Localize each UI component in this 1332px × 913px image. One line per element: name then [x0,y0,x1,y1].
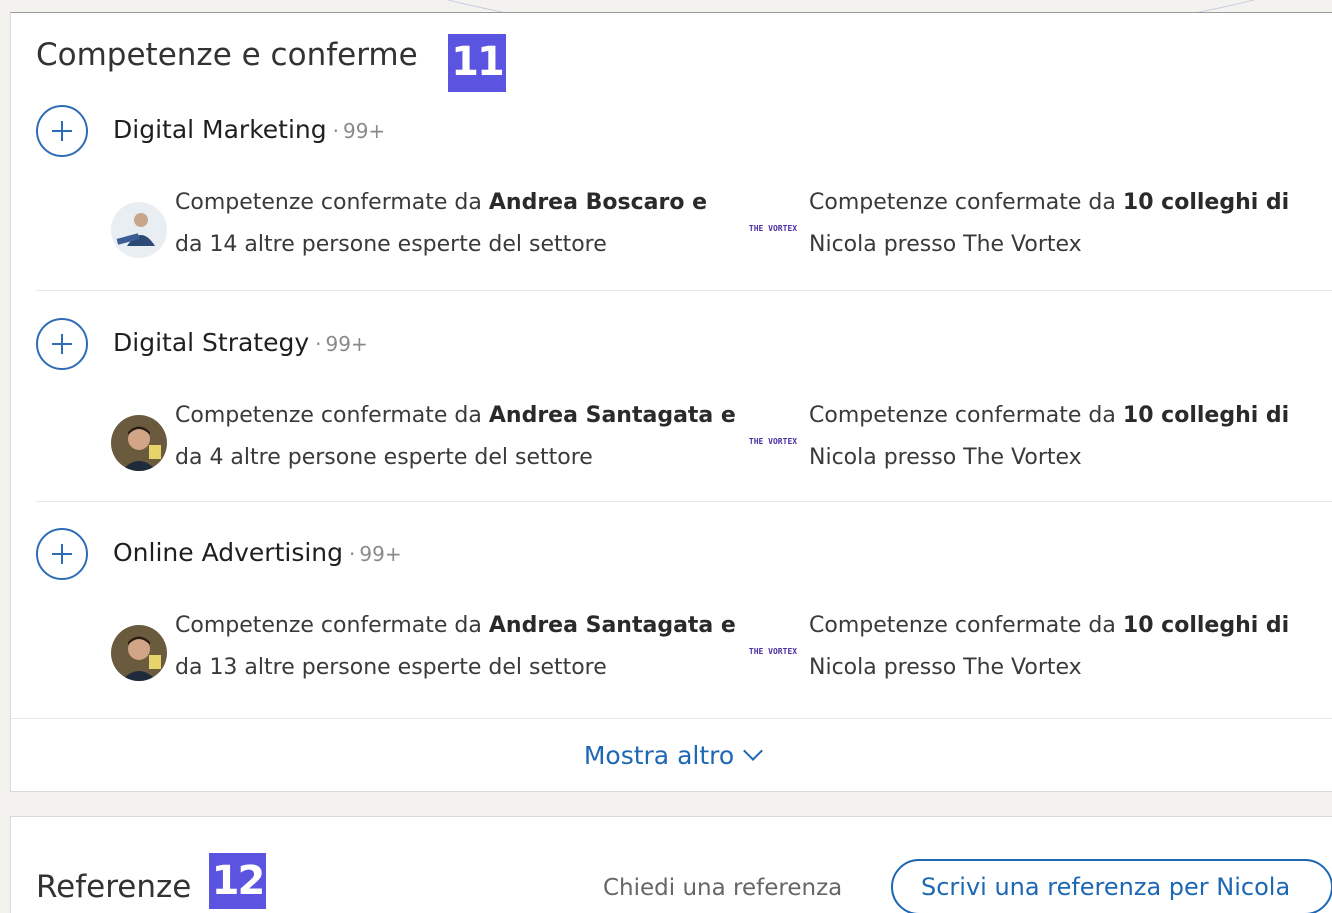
plus-circle-icon[interactable] [36,528,88,580]
avatar [111,415,167,471]
plus-icon-vertical [61,544,63,564]
avatar [111,202,167,258]
endorsement-text: Competenze confermate da Andrea Santagat… [175,605,755,689]
skill-name[interactable]: Digital Strategy · 99+ [113,328,368,357]
skill-item: Online Advertising · 99+ Competenze confer… [36,528,1332,740]
plus-icon-vertical [61,121,63,141]
skill-name[interactable]: Digital Marketing · 99+ [113,115,385,144]
company-logo-text: THE VORTEX [748,223,798,233]
colleagues-count: 10 colleghi di [1122,613,1290,638]
endorsement-suffix: da 14 altre persone esperte del settore [175,232,607,257]
skill-name-text: Digital Strategy [113,328,310,357]
company-logo: THE VORTEX [745,200,801,256]
skill-item: Digital Strategy · 99+ Competenze conferma… [36,318,1332,530]
endorsement-suffix: Nicola presso The Vortex [809,232,1082,257]
endorsement-text: Competenze confermate da 10 colleghi di … [809,395,1309,479]
plus-icon-vertical [61,334,63,354]
endorsement-text: Competenze confermate da 10 colleghi di … [809,182,1309,266]
endorsement-text: Competenze confermate da Andrea Santagat… [175,395,755,479]
section-title: Competenze e conferme [36,37,418,73]
step-badge: 11 [448,34,506,92]
endorsement-highlight[interactable]: Competenze confermate da Andrea Santagat… [111,395,736,485]
references-card: Referenze 12 Chiedi una referenza Scrivi… [10,816,1332,913]
endorsement-suffix: Nicola presso The Vortex [809,655,1082,680]
endorsement-prefix: Competenze confermate da [809,613,1123,638]
endorsement-company[interactable]: THE VORTEX Competenze confermate da 10 c… [745,182,1325,272]
show-more-button[interactable]: Mostra altro [11,718,1332,792]
profile-page: Competenze e conferme 11 Digital Marketi… [0,0,1332,913]
endorsement-prefix: Competenze confermate da [809,403,1123,428]
endorsement-text: Competenze confermate da Andrea Boscaro … [175,182,755,266]
company-logo-text: THE VORTEX [748,436,798,446]
endorser-name: Andrea Santagata e [488,403,736,428]
endorser-name: Andrea Boscaro e [488,190,708,215]
plus-circle-icon[interactable] [36,105,88,157]
company-logo-text: THE VORTEX [748,646,798,656]
endorsement-suffix: da 13 altre persone esperte del settore [175,655,607,680]
avatar [111,625,167,681]
write-reference-button[interactable]: Scrivi una referenza per Nicola [891,859,1332,913]
endorsement-prefix: Competenze confermate da [175,403,489,428]
endorsement-count: · 99+ [349,542,402,566]
colleagues-count: 10 colleghi di [1122,190,1290,215]
endorsement-count-value: 99+ [325,332,368,356]
endorsement-suffix: da 4 altre persone esperte del settore [175,445,593,470]
endorsement-count: · 99+ [332,119,386,143]
endorsement-highlight[interactable]: Competenze confermate da Andrea Santagat… [111,605,736,695]
endorsement-count-value: 99+ [342,119,386,143]
skill-name-text: Digital Marketing [113,115,327,144]
endorsement-count-value: 99+ [359,542,402,566]
endorsement-company[interactable]: THE VORTEX Competenze confermate da 10 c… [745,605,1325,695]
endorser-name: Andrea Santagata e [488,613,736,638]
skills-endorsements-card: Competenze e conferme 11 Digital Marketi… [10,12,1332,792]
endorsement-count: · 99+ [315,332,368,356]
endorsement-suffix: Nicola presso The Vortex [809,445,1082,470]
endorsement-highlight[interactable]: Competenze confermate da Andrea Boscaro … [111,182,731,272]
divider [36,501,1332,502]
colleagues-count: 10 colleghi di [1122,403,1290,428]
endorsement-text: Competenze confermate da 10 colleghi di … [809,605,1309,689]
skill-item: Digital Marketing · 99+ Competenze conferm… [36,105,1332,317]
ask-reference-link[interactable]: Chiedi una referenza [603,875,842,901]
skill-name-text: Online Advertising [113,538,344,567]
company-logo: THE VORTEX [745,623,801,679]
endorsement-company[interactable]: THE VORTEX Competenze confermate da 10 c… [745,395,1325,485]
company-logo: THE VORTEX [745,413,801,469]
plus-circle-icon[interactable] [36,318,88,370]
show-more-label: Mostra altro [583,741,735,770]
section-title: Referenze [36,869,192,905]
endorsement-prefix: Competenze confermate da [809,190,1123,215]
skill-name[interactable]: Online Advertising · 99+ [113,538,402,567]
endorsement-prefix: Competenze confermate da [175,190,489,215]
chevron-down-icon [743,740,764,761]
divider [36,290,1332,291]
step-badge: 12 [209,853,266,909]
endorsement-prefix: Competenze confermate da [175,613,489,638]
